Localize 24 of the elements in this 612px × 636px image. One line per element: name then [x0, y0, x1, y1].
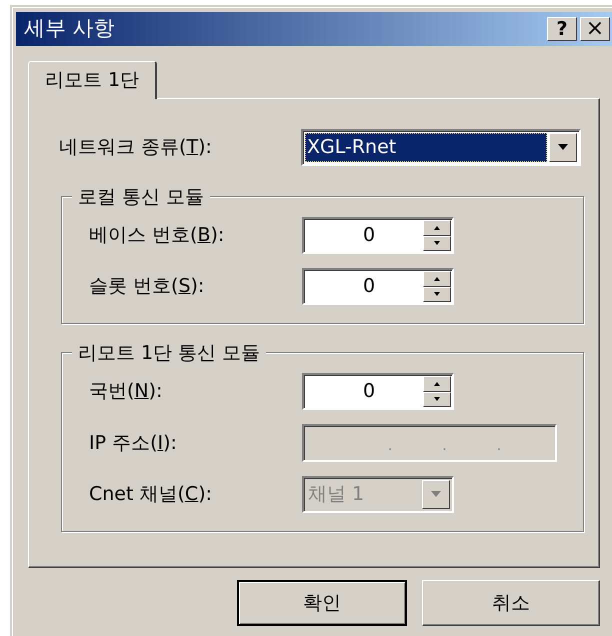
field-label: 네트워크 종류(T): — [59, 135, 213, 160]
spin-up-icon — [434, 276, 440, 281]
spin-field[interactable]: 0 — [302, 373, 454, 410]
spin-up-icon — [434, 382, 440, 386]
close-button[interactable]: × — [580, 17, 610, 41]
spin-down-icon — [434, 241, 440, 246]
spin-down-icon — [434, 397, 440, 402]
field-label: Cnet 채널(C): — [89, 482, 214, 508]
dropdown-arrow-icon — [430, 491, 442, 498]
window-title: 세부 사항 — [24, 15, 115, 42]
field-label: IP 주소(I): — [89, 430, 178, 456]
field-label: 슬롯 번호(S): — [89, 274, 206, 300]
spin-field[interactable]: 0 — [302, 217, 454, 254]
dropdown[interactable]: XGL-Rnet — [301, 129, 581, 166]
spin-field[interactable]: 0 — [302, 268, 454, 305]
field-label: 베이스 번호(B): — [89, 223, 226, 248]
dialog-button[interactable]: 취소 — [422, 580, 600, 626]
field-label: 국번(N): — [89, 379, 164, 404]
dialog-button[interactable]: 확인 — [237, 580, 407, 626]
dropdown-arrow-icon — [557, 144, 569, 151]
spin-up-icon — [434, 226, 440, 230]
spin-down-icon — [434, 292, 440, 296]
tab[interactable]: 리모트 1단 — [28, 61, 158, 99]
help-button[interactable]: ? — [547, 17, 577, 41]
